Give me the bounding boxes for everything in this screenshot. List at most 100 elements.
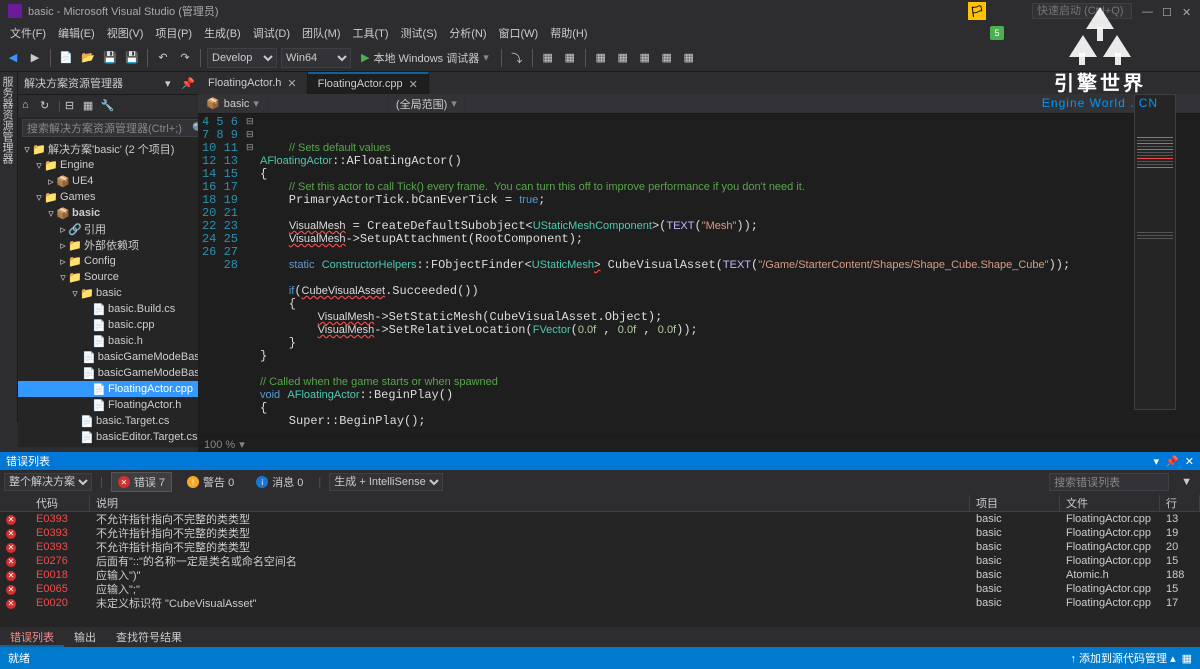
tool-icon[interactable]: ▦ <box>658 49 676 67</box>
close-icon[interactable]: ✕ <box>409 78 418 91</box>
tool-icon[interactable]: ▦ <box>636 49 654 67</box>
error-list-header: 错误列表 ▾ 📌 ✕ <box>0 452 1200 470</box>
messages-filter-button[interactable]: i消息 0 <box>249 472 310 492</box>
close-icon[interactable]: ✕ <box>1185 455 1194 468</box>
maximize-icon[interactable]: ☐ <box>1162 6 1172 16</box>
error-row[interactable]: ✕E0393不允许指针指向不完整的类类型basicFloatingActor.c… <box>0 526 1200 540</box>
tree-node[interactable]: ▿📁Source <box>18 269 215 285</box>
new-project-icon[interactable]: 📄 <box>57 49 75 67</box>
menu-item[interactable]: 视图(V) <box>101 23 150 43</box>
tree-node[interactable]: 📄basicGameModeBase.cpp <box>18 349 215 365</box>
error-scope-select[interactable]: 整个解决方案 <box>4 473 92 491</box>
menu-item[interactable]: 测试(S) <box>395 23 444 43</box>
menu-item[interactable]: 编辑(E) <box>52 23 101 43</box>
show-all-icon[interactable]: ▦ <box>83 99 97 113</box>
pin-icon[interactable]: 📌 <box>1165 455 1179 468</box>
close-icon[interactable]: ✕ <box>1182 6 1192 16</box>
save-icon[interactable]: 💾 <box>101 49 119 67</box>
editor-tab[interactable]: FloatingActor.cpp✕ <box>308 72 429 94</box>
close-icon[interactable]: ✕ <box>287 77 296 90</box>
bottom-tab[interactable]: 输出 <box>64 627 106 647</box>
nav-fwd-icon[interactable]: ▶ <box>26 49 44 67</box>
bottom-tab[interactable]: 错误列表 <box>0 627 64 647</box>
quick-launch-input[interactable] <box>1032 3 1132 19</box>
editor-tab[interactable]: FloatingActor.h✕ <box>198 72 308 94</box>
tool-icon[interactable]: ▦ <box>680 49 698 67</box>
left-toolbox-rail[interactable]: 服务器资源管理器 <box>0 72 18 422</box>
tree-node[interactable]: 📄FloatingActor.cpp <box>18 381 215 397</box>
tool-icon[interactable]: ▦ <box>614 49 632 67</box>
menu-item[interactable]: 项目(P) <box>149 23 198 43</box>
code-editor[interactable]: 4 5 6 7 8 9 10 11 12 13 14 15 16 17 18 1… <box>198 114 1200 436</box>
build-filter-select[interactable]: 生成 + IntelliSense <box>329 473 443 491</box>
config-select[interactable]: Develop <box>207 48 277 68</box>
nav-back-icon[interactable]: ◀ <box>4 49 22 67</box>
error-row[interactable]: ✕E0393不允许指针指向不完整的类类型basicFloatingActor.c… <box>0 512 1200 526</box>
tool-icon[interactable]: ▦ <box>539 49 557 67</box>
zoom-indicator[interactable]: 100 %▾ <box>198 436 1200 452</box>
open-icon[interactable]: 📂 <box>79 49 97 67</box>
code-breadcrumb[interactable]: 📦basic▾ (全局范围)▾ <box>198 94 1200 114</box>
notification-badge[interactable]: 5 <box>990 26 1004 40</box>
solution-tree[interactable]: ▿📁解决方案'basic' (2 个项目)▿📁Engine▹📦UE4▿📁Game… <box>18 139 215 447</box>
tree-node[interactable]: ▿📁basic <box>18 285 215 301</box>
refresh-icon[interactable]: ↻ <box>40 99 54 113</box>
tree-node[interactable]: ▹📁Config <box>18 253 215 269</box>
tree-node[interactable]: ▿📁解决方案'basic' (2 个项目) <box>18 141 215 157</box>
menu-item[interactable]: 调试(D) <box>247 23 296 43</box>
tool-icon[interactable]: ▦ <box>592 49 610 67</box>
error-table[interactable]: 代码说明项目文件行 ✕E0393不允许指针指向不完整的类类型basicFloat… <box>0 494 1200 627</box>
save-all-icon[interactable]: 💾 <box>123 49 141 67</box>
menu-item[interactable]: 生成(B) <box>198 23 247 43</box>
tree-node[interactable]: 📄basic.h <box>18 333 215 349</box>
panel-dropdown-icon[interactable]: ▾ <box>165 77 177 89</box>
panel-dropdown-icon[interactable]: ▾ <box>1154 455 1160 468</box>
error-row[interactable]: ✕E0276后面有"::"的名称一定是类名或命名空间名basicFloating… <box>0 554 1200 568</box>
tree-node[interactable]: 📄basic.Build.cs <box>18 301 215 317</box>
minimap[interactable] <box>1134 94 1176 410</box>
tree-node[interactable]: ▿📦basic <box>18 205 215 221</box>
tree-node[interactable]: ▿📁Engine <box>18 157 215 173</box>
tree-node[interactable]: ▹📁外部依赖项 <box>18 237 215 253</box>
errors-filter-button[interactable]: ✕错误 7 <box>111 472 172 492</box>
bottom-tab[interactable]: 查找符号结果 <box>106 627 192 647</box>
tree-node[interactable]: 📄basic.cpp <box>18 317 215 333</box>
status-icon[interactable]: ▦ <box>1182 652 1192 665</box>
tree-node[interactable]: 📄basicGameModeBase.h <box>18 365 215 381</box>
menu-item[interactable]: 团队(M) <box>296 23 347 43</box>
start-debug-button[interactable]: ▶ 本地 Windows 调试器 ▾ <box>355 50 495 66</box>
tool-icon[interactable]: ▦ <box>561 49 579 67</box>
error-row[interactable]: ✕E0393不允许指针指向不完整的类类型basicFloatingActor.c… <box>0 540 1200 554</box>
error-search-input[interactable]: 搜索错误列表 <box>1049 473 1169 491</box>
filter-icon[interactable]: ▼ <box>1181 476 1192 488</box>
menu-item[interactable]: 工具(T) <box>347 23 395 43</box>
undo-icon[interactable]: ↶ <box>154 49 172 67</box>
step-icon[interactable]: ⤵ <box>508 49 526 67</box>
redo-icon[interactable]: ↷ <box>176 49 194 67</box>
error-row[interactable]: ✕E0065应输入";"basicFloatingActor.cpp15 <box>0 582 1200 596</box>
menu-item[interactable]: 帮助(H) <box>544 23 593 43</box>
main-toolbar: ◀ ▶ 📄 📂 💾 💾 ↶ ↷ Develop Win64 ▶ 本地 Windo… <box>0 44 1200 72</box>
properties-icon[interactable]: 🔧 <box>101 99 115 113</box>
solution-search-input[interactable]: 搜索解决方案资源管理器(Ctrl+;) 🔍 <box>22 119 211 137</box>
tree-node[interactable]: 📄basicEditor.Target.cs <box>18 429 215 445</box>
tree-node[interactable]: ▹📦UE4 <box>18 173 215 189</box>
tree-node[interactable]: ▿📁Games <box>18 189 215 205</box>
pin-icon[interactable]: 📌 <box>181 77 193 89</box>
collapse-icon[interactable]: ⊟ <box>65 99 79 113</box>
platform-select[interactable]: Win64 <box>281 48 351 68</box>
minimize-icon[interactable]: — <box>1142 6 1152 16</box>
home-icon[interactable]: ⌂ <box>22 99 36 113</box>
tree-node[interactable]: 📄basic.Target.cs <box>18 413 215 429</box>
solution-toolbar: ⌂ ↻ | ⊟ ▦ 🔧 <box>18 95 215 117</box>
error-row[interactable]: ✕E0020未定义标识符 "CubeVisualAsset"basicFloat… <box>0 596 1200 610</box>
warnings-filter-button[interactable]: !警告 0 <box>180 472 241 492</box>
error-row[interactable]: ✕E0018应输入")"basicAtomic.h188 <box>0 568 1200 582</box>
notifications-icon[interactable]: 🏳 <box>968 2 986 20</box>
menu-item[interactable]: 文件(F) <box>4 23 52 43</box>
menu-item[interactable]: 窗口(W) <box>493 23 545 43</box>
menu-item[interactable]: 分析(N) <box>443 23 492 43</box>
tree-node[interactable]: ▹🔗引用 <box>18 221 215 237</box>
source-control-button[interactable]: ↑ 添加到源代码管理 ▴ <box>1070 650 1175 666</box>
tree-node[interactable]: 📄FloatingActor.h <box>18 397 215 413</box>
